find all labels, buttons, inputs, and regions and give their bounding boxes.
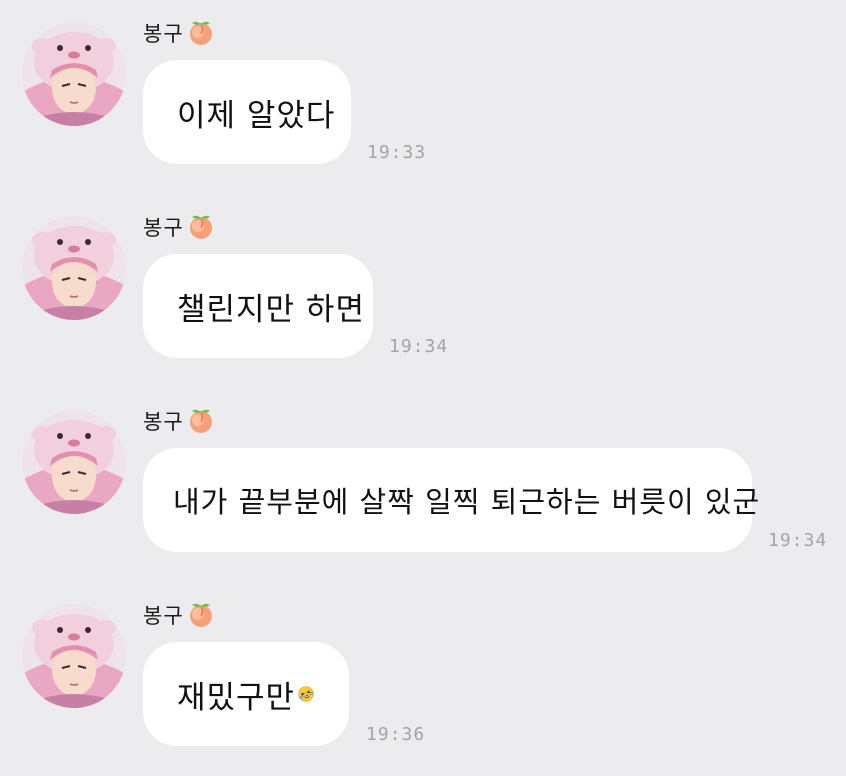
- message-timestamp: 19:34: [389, 336, 449, 357]
- peach-icon: [187, 19, 215, 47]
- message-bubble[interactable]: 이제 알았다: [143, 60, 351, 164]
- sender-name-label: 봉구: [143, 22, 184, 46]
- sender-name: 봉구: [143, 406, 215, 436]
- avatar[interactable]: [22, 216, 126, 320]
- peach-icon: [187, 213, 215, 241]
- message-bubble[interactable]: 챌린지만 하면: [143, 254, 373, 358]
- message-row: 봉구 챌린지만 하면 19:34: [0, 194, 846, 388]
- sender-name: 봉구: [143, 18, 215, 48]
- message-text: 챌린지만 하면: [177, 291, 365, 328]
- sender-name-label: 봉구: [143, 216, 184, 240]
- avatar[interactable]: [22, 410, 126, 514]
- sender-name: 봉구: [143, 600, 215, 630]
- message-row: 봉구 재밌구만 19:36: [0, 582, 846, 776]
- message-bubble[interactable]: 재밌구만: [143, 642, 349, 746]
- sender-name-label: 봉구: [143, 410, 184, 434]
- message-bubble[interactable]: 내가 끝부분에 살짝 일찍 퇴근하는 버릇이 있군: [143, 448, 759, 552]
- message-timestamp: 19:33: [367, 142, 427, 163]
- sender-name-label: 봉구: [143, 604, 184, 628]
- sender-name: 봉구: [143, 212, 215, 242]
- peach-icon: [187, 407, 215, 435]
- message-row: 봉구 내가 끝부분에 살짝 일찍 퇴근하는 버릇이 있군 19:34: [0, 388, 846, 582]
- avatar[interactable]: [22, 22, 126, 126]
- avatar[interactable]: [22, 604, 126, 708]
- message-text: 이제 알았다: [177, 97, 336, 134]
- message-text: 내가 끝부분에 살짝 일찍 퇴근하는 버릇이 있군: [173, 485, 761, 519]
- message-timestamp: 19:34: [768, 530, 828, 551]
- message-timestamp: 19:36: [366, 724, 426, 745]
- message-text: 재밌구만: [177, 679, 296, 716]
- peach-icon: [187, 601, 215, 629]
- message-row: 봉구 이제 알았다 19:33: [0, 0, 846, 194]
- rolling-laughing-emoji-icon: [297, 676, 315, 712]
